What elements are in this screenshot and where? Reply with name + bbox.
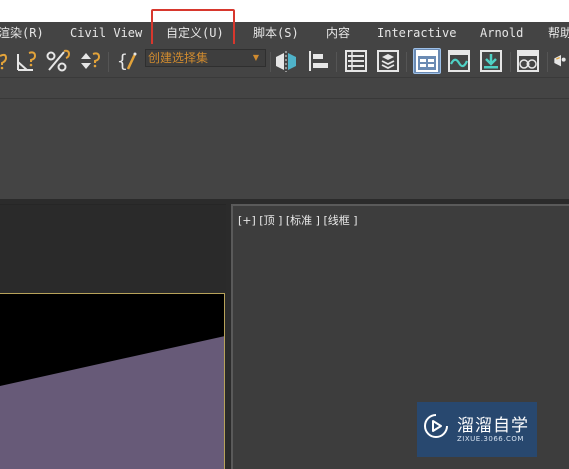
toolbar-separator (108, 52, 109, 72)
menu-content[interactable]: 内容 (326, 22, 350, 44)
viewport-perspective[interactable] (0, 204, 226, 469)
window-title-strip (0, 0, 569, 22)
snap-toggle-icon[interactable] (0, 49, 10, 73)
curve-editor-icon[interactable] (447, 49, 471, 73)
chevron-down-icon: ▼ (252, 53, 259, 62)
menu-civil-view[interactable]: Civil View (70, 22, 142, 44)
toggle-ribbon-icon[interactable] (413, 48, 441, 74)
layer-explorer-icon[interactable] (376, 49, 400, 73)
render-setup-icon[interactable] (553, 49, 569, 73)
menu-render[interactable]: 渲染(R) (0, 22, 44, 44)
schematic-view-icon[interactable] (479, 49, 503, 73)
svg-text:{: { (117, 51, 128, 72)
toolbar-separator (510, 52, 511, 72)
viewport-label[interactable]: [+] [顶 ] [标准 ] [线框 ] (238, 212, 358, 228)
named-selection-set-text: 创建选择集 (148, 51, 209, 65)
play-logo-icon (424, 414, 448, 438)
named-selection-set-dropdown[interactable]: 创建选择集 ▼ (145, 49, 266, 67)
menu-help[interactable]: 帮助 (548, 22, 569, 44)
mirror-icon[interactable] (274, 49, 298, 73)
watermark-url: ZIXUE.3066.COM (457, 435, 524, 443)
material-editor-icon[interactable] (516, 49, 540, 73)
toolbar-separator (336, 52, 337, 72)
menu-customize[interactable]: 自定义(U) (166, 22, 224, 44)
main-toolbar: { 创建选择集 ▼ (0, 44, 569, 78)
spinner-snap-icon[interactable] (78, 49, 102, 73)
menu-interactive[interactable]: Interactive (377, 22, 456, 44)
align-icon[interactable] (306, 49, 330, 73)
toolbar-separator (406, 52, 407, 72)
menu-scripting[interactable]: 脚本(S) (253, 22, 299, 44)
menu-bar: 渲染(R) Civil View 自定义(U) 脚本(S) 内容 Interac… (0, 22, 569, 44)
ribbon-panel (0, 99, 569, 199)
percent-snap-icon[interactable] (45, 49, 71, 73)
viewport-object-frame (0, 293, 225, 469)
plane-object (0, 336, 224, 469)
angle-snap-icon[interactable] (15, 49, 39, 73)
edit-named-selection-icon[interactable]: { (115, 49, 141, 73)
scene-explorer-icon[interactable] (344, 49, 368, 73)
ribbon-tabs-strip (0, 79, 569, 99)
watermark-logo: 溜溜自学 ZIXUE.3066.COM (417, 402, 537, 457)
menu-arnold[interactable]: Arnold (480, 22, 523, 44)
watermark-title: 溜溜自学 (457, 416, 529, 436)
toolbar-separator (270, 52, 271, 72)
toolbar-separator (547, 52, 548, 72)
